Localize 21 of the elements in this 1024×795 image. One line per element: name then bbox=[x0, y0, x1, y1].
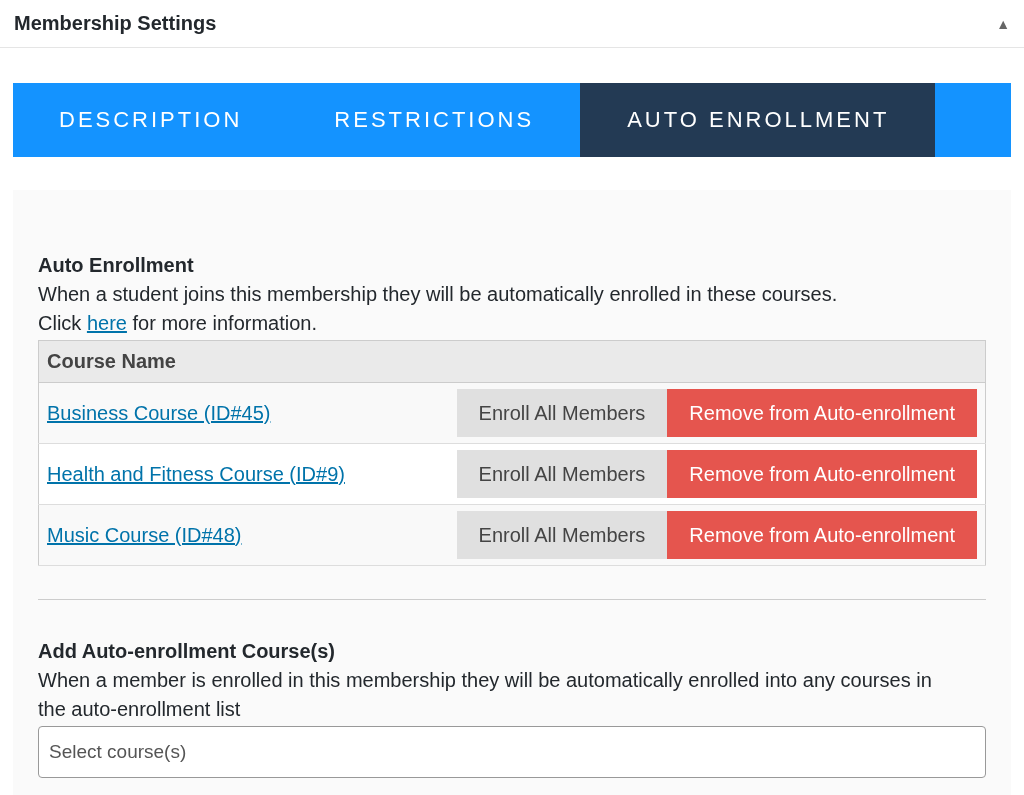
course-link[interactable]: Music Course (ID#48) bbox=[47, 523, 242, 546]
tab[interactable]: RESTRICTIONS bbox=[288, 83, 581, 157]
remove-button[interactable]: Remove from Auto-enrollment bbox=[667, 389, 977, 437]
collapse-toggle[interactable]: ▲ bbox=[996, 15, 1010, 32]
section-description: When a student joins this membership they will be automatically enrolled in these courses. bbox=[38, 282, 839, 307]
info-link[interactable]: here bbox=[86, 312, 127, 334]
enroll-all-button[interactable]: Enroll All Members bbox=[456, 511, 668, 559]
enroll-all-button[interactable]: Enroll All Members bbox=[456, 450, 668, 498]
remove-button[interactable]: Remove from Auto-enrollment bbox=[667, 511, 977, 559]
remove-button[interactable]: Remove from Auto-enrollment bbox=[667, 450, 977, 498]
tab[interactable]: AUTO ENROLLMENT bbox=[580, 83, 936, 157]
tab[interactable]: DESCRIPTION bbox=[13, 83, 289, 157]
info-text: Click here for more information. bbox=[38, 311, 318, 336]
column-header: Course Name bbox=[38, 340, 986, 383]
panel-title: Membership Settings bbox=[14, 12, 217, 35]
section-heading: Add Auto-enrollment Course(s) bbox=[38, 639, 337, 664]
section-heading: Auto Enrollment bbox=[38, 253, 195, 278]
course-link[interactable]: Business Course (ID#45) bbox=[47, 401, 271, 424]
course-select-field[interactable]: Select course(s) bbox=[38, 726, 986, 778]
section-description: When a member is enrolled in this membership they will be automatically enrolled into any courses in the auto-enrollment list bbox=[38, 668, 933, 722]
enroll-all-button[interactable]: Enroll All Members bbox=[456, 389, 668, 437]
